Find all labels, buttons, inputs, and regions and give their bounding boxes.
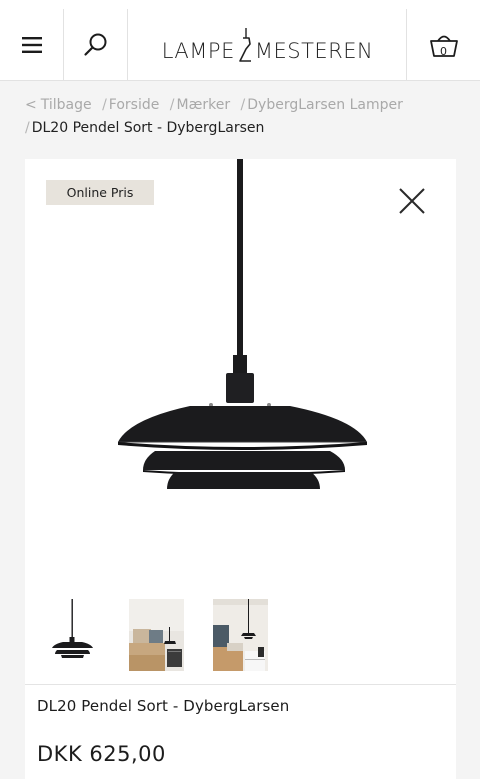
- breadcrumb-current: DL20 Pendel Sort - DybergLarsen: [31, 120, 265, 136]
- breadcrumb-separator: /: [25, 120, 30, 136]
- search-icon: [84, 33, 107, 56]
- breadcrumb-link-maerker[interactable]: Mærker: [177, 97, 231, 113]
- thumbnail-bedroom[interactable]: [129, 599, 184, 671]
- thumbnail-strip: [45, 599, 268, 675]
- online-price-badge: Online Pris: [46, 180, 154, 205]
- product-price: DKK 625,00: [37, 742, 166, 766]
- bedroom-lamp-thumbnail: [213, 599, 268, 671]
- chevron-left-icon: <: [25, 97, 37, 113]
- breadcrumb: < Tilbage / Forside / Mærker / DybergLarsen …: [25, 94, 465, 140]
- breadcrumb-separator: /: [240, 97, 246, 113]
- menu-button[interactable]: [0, 9, 64, 80]
- basket-button[interactable]: 0: [406, 9, 480, 80]
- bedroom-scene-thumbnail: [129, 599, 184, 671]
- breadcrumb-separator: /: [102, 97, 107, 113]
- logo-wordmark: LAMPE MESTEREN: [162, 27, 374, 63]
- basket-count: 0: [440, 45, 447, 58]
- close-icon[interactable]: [395, 184, 429, 218]
- breadcrumb-link-brand[interactable]: DybergLarsen Lamper: [247, 97, 403, 113]
- lamp-product-thumbnail: [45, 599, 100, 671]
- product-title: DL20 Pendel Sort - DybergLarsen: [37, 697, 290, 715]
- breadcrumb-link-forside[interactable]: Forside: [109, 97, 160, 113]
- product-card: Online Pris DL20 Pendel Sort - DybergLar…: [25, 159, 456, 779]
- site-header: LAMPE MESTEREN 0: [0, 0, 480, 81]
- site-logo[interactable]: LAMPE MESTEREN: [129, 9, 406, 80]
- hamburger-icon: [21, 36, 42, 53]
- product-image[interactable]: [115, 159, 375, 499]
- logo-text-right: MESTEREN: [254, 38, 374, 63]
- search-button[interactable]: [65, 9, 128, 80]
- thumbnail-lamp[interactable]: [45, 599, 100, 671]
- logo-text-left: LAMPE: [161, 38, 235, 63]
- breadcrumb-back-link[interactable]: Tilbage: [41, 97, 92, 113]
- breadcrumb-separator: /: [169, 97, 175, 113]
- card-divider: [25, 684, 456, 685]
- lamp-logo-icon: [239, 27, 251, 62]
- thumbnail-bedroom-lamp[interactable]: [213, 599, 268, 671]
